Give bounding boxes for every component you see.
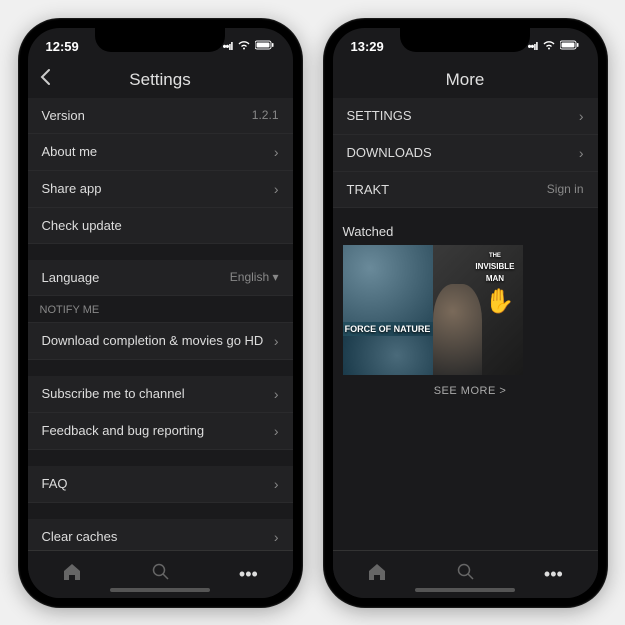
- wifi-icon: [237, 40, 251, 53]
- section-gap: [28, 450, 293, 466]
- about-label: About me: [42, 144, 98, 159]
- notch: [400, 28, 530, 52]
- version-label: Version: [42, 108, 85, 123]
- row-download-hd[interactable]: Download completion & movies go HD ›: [28, 323, 293, 360]
- poster-invisible-man[interactable]: THE INVISIBLE MAN ✋: [433, 245, 523, 375]
- header: More: [333, 62, 598, 98]
- see-more-button[interactable]: SEE MORE >: [343, 375, 598, 407]
- trakt-signin[interactable]: Sign in: [547, 182, 584, 196]
- version-value: 1.2.1: [252, 108, 279, 122]
- subscribe-label: Subscribe me to channel: [42, 386, 185, 401]
- chevron-right-icon: ›: [274, 386, 279, 402]
- language-value: English ▾: [230, 270, 279, 284]
- home-indicator[interactable]: [415, 588, 515, 592]
- phone-left: 12:59 ••ıl Settings Version 1.2.1: [18, 18, 303, 608]
- status-time: 13:29: [351, 39, 384, 54]
- settings-content[interactable]: Version 1.2.1 About me › Share app › Che…: [28, 98, 293, 550]
- row-feedback[interactable]: Feedback and bug reporting ›: [28, 413, 293, 450]
- status-time: 12:59: [46, 39, 79, 54]
- section-gap: [333, 208, 598, 216]
- poster-title: FORCE OF NATURE: [343, 322, 433, 336]
- chevron-right-icon: ›: [579, 108, 584, 124]
- row-trakt[interactable]: TRAKT Sign in: [333, 172, 598, 208]
- row-clear-caches[interactable]: Clear caches ›: [28, 519, 293, 550]
- phone-right: 13:29 ••ıl More SETTINGS › DOWNLOADS ›: [323, 18, 608, 608]
- row-faq[interactable]: FAQ ›: [28, 466, 293, 503]
- tab-search[interactable]: [152, 563, 170, 586]
- more-content[interactable]: SETTINGS › DOWNLOADS › TRAKT Sign in Wat…: [333, 98, 598, 550]
- poster-title-invisible: INVISIBLE: [473, 261, 516, 273]
- row-check-update[interactable]: Check update: [28, 208, 293, 244]
- poster-title-man: MAN: [473, 273, 516, 285]
- row-subscribe[interactable]: Subscribe me to channel ›: [28, 376, 293, 413]
- faq-label: FAQ: [42, 476, 68, 491]
- signal-icon: ••ıl: [528, 41, 538, 53]
- chevron-right-icon: ›: [579, 145, 584, 161]
- tab-home[interactable]: [367, 563, 387, 586]
- status-icons: ••ıl: [528, 40, 580, 53]
- feedback-label: Feedback and bug reporting: [42, 423, 205, 438]
- settings-label: SETTINGS: [347, 108, 412, 123]
- home-indicator[interactable]: [110, 588, 210, 592]
- section-gap: [28, 503, 293, 519]
- section-gap: [28, 244, 293, 260]
- trakt-label: TRAKT: [347, 182, 390, 197]
- battery-icon: [255, 40, 275, 53]
- language-label: Language: [42, 270, 100, 285]
- chevron-right-icon: ›: [274, 181, 279, 197]
- downloads-label: DOWNLOADS: [347, 145, 432, 160]
- check-update-label: Check update: [42, 218, 122, 233]
- share-label: Share app: [42, 181, 102, 196]
- battery-icon: [560, 40, 580, 53]
- download-hd-label: Download completion & movies go HD: [42, 333, 264, 348]
- screen-more: 13:29 ••ıl More SETTINGS › DOWNLOADS ›: [333, 28, 598, 598]
- poster-title-the: THE: [473, 251, 516, 261]
- clear-label: Clear caches: [42, 529, 118, 544]
- row-about[interactable]: About me ›: [28, 134, 293, 171]
- poster-force-of-nature[interactable]: FORCE OF NATURE: [343, 245, 433, 375]
- notify-header: NOTIFY ME: [28, 296, 293, 323]
- status-icons: ••ıl: [223, 40, 275, 53]
- screen-settings: 12:59 ••ıl Settings Version 1.2.1: [28, 28, 293, 598]
- row-settings-link[interactable]: SETTINGS ›: [333, 98, 598, 135]
- row-version: Version 1.2.1: [28, 98, 293, 134]
- page-title: More: [446, 70, 485, 90]
- chevron-right-icon: ›: [274, 144, 279, 160]
- header: Settings: [28, 62, 293, 98]
- tab-more[interactable]: •••: [239, 564, 258, 585]
- row-downloads[interactable]: DOWNLOADS ›: [333, 135, 598, 172]
- notch: [95, 28, 225, 52]
- chevron-right-icon: ›: [274, 423, 279, 439]
- back-button[interactable]: [40, 68, 51, 92]
- wifi-icon: [542, 40, 556, 53]
- row-language[interactable]: Language English ▾: [28, 260, 293, 296]
- watched-posters: FORCE OF NATURE THE INVISIBLE MAN ✋: [343, 245, 598, 375]
- chevron-right-icon: ›: [274, 476, 279, 492]
- row-share[interactable]: Share app ›: [28, 171, 293, 208]
- tab-more[interactable]: •••: [544, 564, 563, 585]
- handprint-icon: ✋: [485, 290, 515, 314]
- chevron-right-icon: ›: [274, 333, 279, 349]
- watched-title: Watched: [343, 224, 598, 239]
- chevron-right-icon: ›: [274, 529, 279, 545]
- section-gap: [28, 360, 293, 376]
- page-title: Settings: [129, 70, 190, 90]
- tab-search[interactable]: [457, 563, 475, 586]
- tab-home[interactable]: [62, 563, 82, 586]
- watched-section: Watched FORCE OF NATURE THE INVISIBLE MA…: [333, 216, 598, 407]
- signal-icon: ••ıl: [223, 41, 233, 53]
